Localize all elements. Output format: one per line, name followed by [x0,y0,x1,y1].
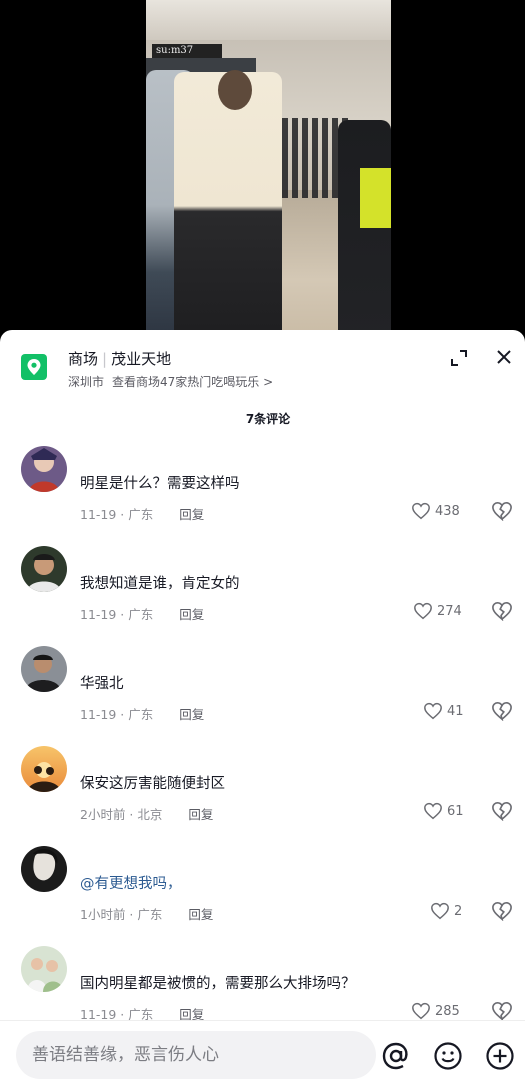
expand-icon[interactable] [449,348,469,368]
location-subtitle[interactable]: 查看商场47家热门吃喝玩乐 > [112,375,273,389]
video-ceiling [146,0,391,40]
like-count: 438 [435,503,460,519]
location-title: 商场 | 茂业天地 [68,348,171,369]
comment-text[interactable]: @有更想我吗， [80,872,182,893]
emoji-icon[interactable] [433,1041,463,1071]
comment-item[interactable]: 华强北 11-19 · 广东 回复 41 [0,642,525,742]
comment-meta: 11-19 · 广东 回复 [80,704,204,723]
comment-input-bar [0,1020,525,1088]
comment-time: 11-19 [80,707,117,722]
reply-button[interactable]: 回复 [179,607,204,622]
map-pin-icon [21,354,47,380]
like-button[interactable]: 2 [430,900,462,922]
comment-sheet: 商场 | 茂业天地 深圳市 查看商场47家热门吃喝玩乐 > 7条评论 明星是什么… [0,330,525,1088]
avatar[interactable] [21,646,67,692]
avatar[interactable] [21,946,67,992]
video-security-guard [338,120,391,340]
comment-region: 北京 [137,807,163,822]
like-button[interactable]: 61 [423,800,464,822]
comment-text: 保安这厉害能随便封区 [80,776,225,792]
comment-time: 2小时前 [80,807,126,822]
meta-separator: · [125,807,138,822]
comment-item[interactable]: 我想知道是谁，肯定女的 11-19 · 广东 回复 274 [0,542,525,642]
comment-time: 1小时前 [80,907,126,922]
comment-meta: 11-19 · 广东 回复 [80,504,204,523]
comment-item[interactable]: 保安这厉害能随便封区 2小时前 · 北京 回复 61 [0,742,525,842]
avatar[interactable] [21,846,67,892]
reply-button[interactable]: 回复 [179,707,204,722]
like-button[interactable]: 41 [423,700,464,722]
video-person-head [218,70,252,110]
video-store-sign: su:m37 [152,44,222,58]
like-button[interactable]: 274 [413,600,462,622]
broken-heart-icon [492,1001,512,1022]
meta-separator: · [125,907,138,922]
meta-separator: · [116,707,129,722]
comment-text: 国内明星都是被惯的，需要那么大排场吗？ [80,976,356,992]
heart-icon [431,902,449,920]
avatar[interactable] [21,446,67,492]
broken-heart-icon [492,901,512,922]
like-count: 41 [447,703,464,719]
dislike-button[interactable] [491,901,513,923]
heart-icon [424,702,442,720]
meta-separator: · [116,507,129,522]
comment-text: 明星是什么？需要这样吗 [80,476,240,492]
comment-meta: 1小时前 · 广东 回复 [80,904,213,923]
plus-icon[interactable] [485,1041,515,1071]
broken-heart-icon [492,701,512,722]
heart-icon [412,502,430,520]
reply-button[interactable]: 回复 [188,907,213,922]
meta-separator: · [116,607,129,622]
like-count: 285 [435,1003,460,1019]
heart-icon [414,602,432,620]
heart-icon [424,802,442,820]
location-city: 深圳市 [68,375,105,389]
at-icon[interactable] [381,1041,411,1071]
location-name: 茂业天地 [111,350,172,368]
comment-input[interactable] [16,1031,376,1079]
comment-meta: 2小时前 · 北京 回复 [80,804,213,823]
reply-button[interactable]: 回复 [179,507,204,522]
location-bar[interactable]: 商场 | 茂业天地 深圳市 查看商场47家热门吃喝玩乐 > [0,330,525,400]
comment-region: 广东 [128,507,154,522]
comment-item[interactable]: 明星是什么？需要这样吗 11-19 · 广东 回复 438 [0,442,525,542]
comment-region: 广东 [128,707,154,722]
comment-meta: 11-19 · 广东 回复 [80,604,204,623]
dislike-button[interactable] [491,601,513,623]
broken-heart-icon [492,801,512,822]
heart-icon [412,1002,430,1020]
close-icon[interactable] [494,347,514,367]
comment-time: 11-19 [80,607,117,622]
broken-heart-icon [492,501,512,522]
comment-region: 广东 [128,607,154,622]
comment-text: 我想知道是谁，肯定女的 [80,576,240,592]
video-guard-vest [360,168,391,228]
comment-count: 7条评论 [245,412,291,426]
like-button[interactable]: 285 [411,1000,460,1022]
dislike-button[interactable] [491,801,513,823]
like-count: 2 [454,903,463,919]
like-count: 274 [437,603,462,619]
avatar[interactable] [21,546,67,592]
video-player[interactable]: su:m37 [0,0,525,340]
dislike-button[interactable] [491,501,513,523]
like-button[interactable]: 438 [411,500,460,522]
comment-region: 广东 [137,907,163,922]
reply-button[interactable]: 回复 [188,807,213,822]
comment-text: 华强北 [80,676,124,692]
dislike-button[interactable] [491,701,513,723]
like-count: 61 [447,803,464,819]
video-person-main [174,72,282,340]
avatar[interactable] [21,746,67,792]
comment-time: 11-19 [80,507,117,522]
comment-item[interactable]: @有更想我吗， 1小时前 · 广东 回复 2 [0,842,525,942]
location-subtitle-row[interactable]: 深圳市 查看商场47家热门吃喝玩乐 > [68,373,273,390]
video-frame: su:m37 [146,0,391,340]
location-category: 商场 [68,350,99,368]
location-divider: | [102,350,108,368]
broken-heart-icon [492,601,512,622]
